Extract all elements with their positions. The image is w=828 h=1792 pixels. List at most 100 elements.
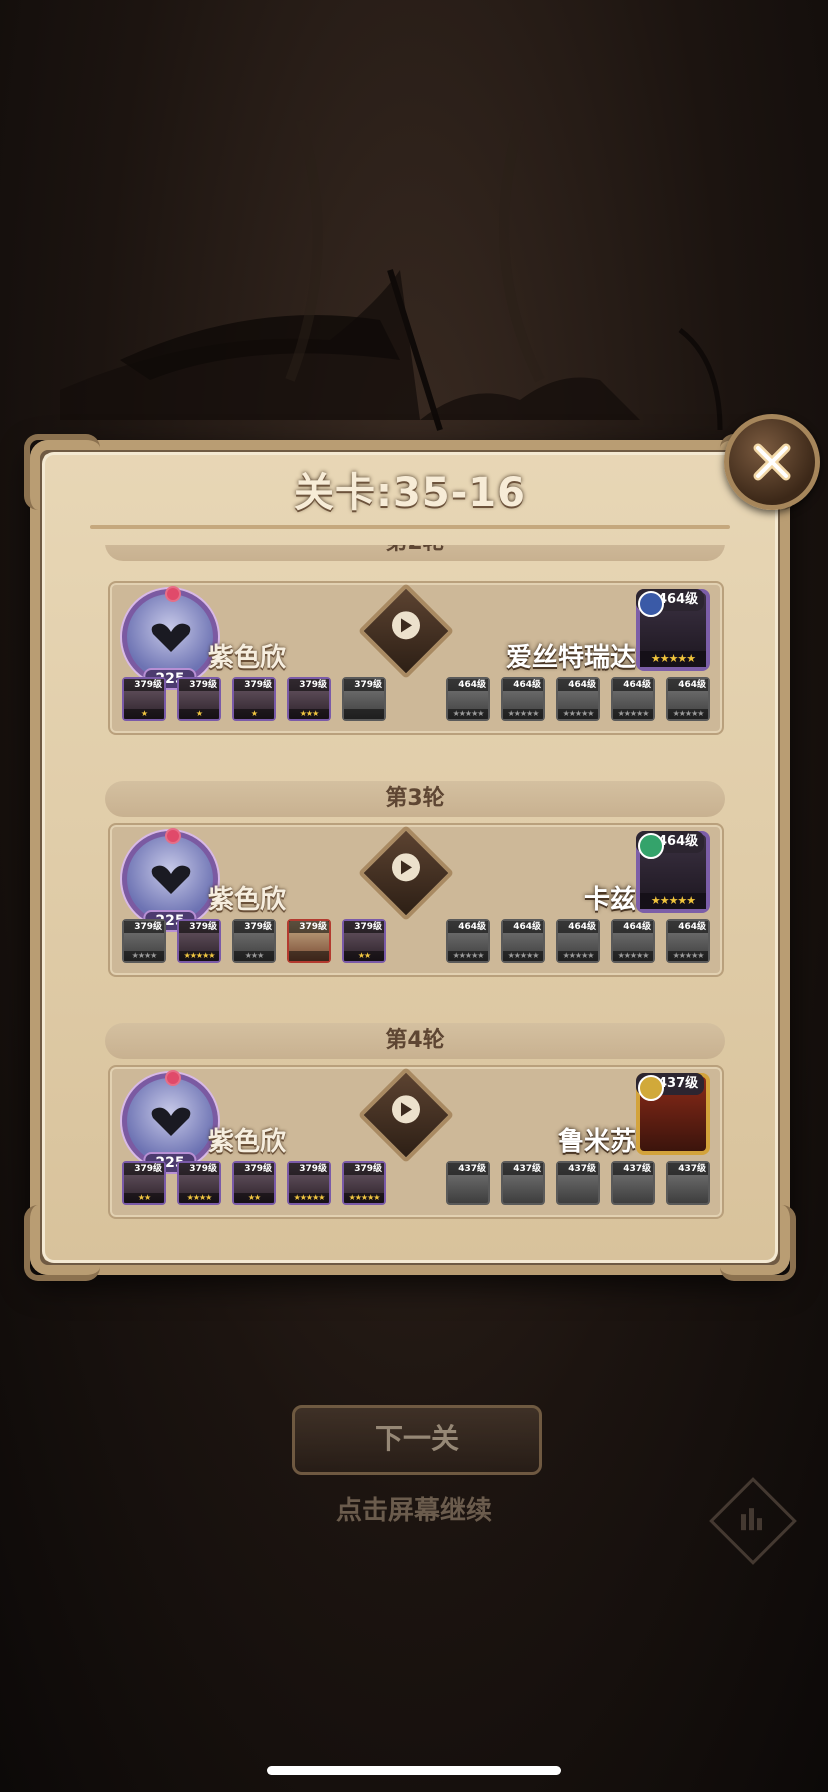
- round-header: 第3轮: [105, 781, 725, 817]
- enemy-name: 卡兹: [583, 885, 636, 915]
- hero-stars: ★★: [234, 1193, 274, 1203]
- hero-level: 464级: [668, 679, 708, 691]
- hero-level: 464级: [613, 921, 653, 933]
- hero-level: 379级: [234, 679, 274, 691]
- avatar-pin-icon: [165, 1070, 181, 1086]
- hero-slot[interactable]: 379级 ★: [177, 677, 221, 721]
- hero-level: 379级: [344, 679, 384, 691]
- hero-slot[interactable]: 379级 ★★★★★: [342, 1161, 386, 1205]
- rounds-list[interactable]: 第2轮 225 紫色欣 爱丝特瑞达 464级 ★★★★★ 379级★ 379级★…: [70, 545, 725, 1250]
- hero-slot[interactable]: 379级: [342, 677, 386, 721]
- avatar-pin-icon: [165, 828, 181, 844]
- bar-chart-icon: [741, 1508, 762, 1531]
- player-name: 紫色欣: [208, 1127, 287, 1157]
- hero-level: 437级: [503, 1163, 543, 1175]
- hero-slot[interactable]: 379级: [287, 919, 331, 963]
- hero-stars: ★★★★: [179, 1193, 219, 1203]
- hero-level: 464级: [668, 921, 708, 933]
- next-stage-button[interactable]: 下一关: [292, 1405, 542, 1475]
- hero-stars: ★★★: [234, 951, 274, 961]
- enemy-hero-slot[interactable]: 437级: [501, 1161, 545, 1205]
- hero-level: 379级: [124, 921, 164, 933]
- hero-slot[interactable]: 379级 ★★: [232, 1161, 276, 1205]
- player-team: 379级 ★★ 379级 ★★★★ 379级 ★★ 379级 ★★★★★ 379级 ★★★…: [122, 1161, 386, 1205]
- hero-level: 464级: [503, 921, 543, 933]
- enemy-team: 464级 ★★★★★ 464级 ★★★★★ 464级 ★★★★★ 464级 ★★★★★ …: [446, 919, 710, 963]
- hero-level: 464级: [448, 921, 488, 933]
- hero-stars: ★★★★★: [668, 951, 708, 961]
- hero-level: 464级: [558, 921, 598, 933]
- replay-button[interactable]: [357, 582, 455, 680]
- player-avatar[interactable]: 225: [122, 586, 218, 690]
- hero-level: 464级: [503, 679, 543, 691]
- enemy-stars: ★★★★★: [640, 651, 706, 667]
- close-button[interactable]: [724, 414, 820, 510]
- enemy-stars: ★★★★★: [640, 893, 706, 909]
- hero-level: 379级: [124, 1163, 164, 1175]
- home-indicator[interactable]: [267, 1766, 561, 1775]
- player-team: 379级 ★ 379级 ★ 379级 ★ 379级 ★★★ 379级: [122, 677, 386, 721]
- enemy-hero-slot[interactable]: 464级 ★★★★★: [556, 677, 600, 721]
- enemy-leader-portrait[interactable]: 464级 ★★★★★: [636, 831, 710, 913]
- heart-hands-icon: [151, 865, 191, 894]
- hero-slot[interactable]: 379级 ★: [232, 677, 276, 721]
- hero-slot[interactable]: 379级 ★★★★★: [287, 1161, 331, 1205]
- tap-to-continue-hint[interactable]: 点击屏幕继续: [0, 1490, 828, 1527]
- hero-stars: ★★★★★: [558, 951, 598, 961]
- enemy-hero-slot[interactable]: 464级 ★★★★★: [446, 677, 490, 721]
- hero-stars: ★★★★★: [503, 951, 543, 961]
- hero-slot[interactable]: 379级 ★★★: [287, 677, 331, 721]
- player-avatar[interactable]: 225: [122, 828, 218, 932]
- enemy-team: 437级 437级 437级 437级 437级: [446, 1161, 710, 1205]
- hero-stars: ★★★★: [124, 951, 164, 961]
- hero-stars: ★★★★★: [668, 709, 708, 719]
- enemy-hero-slot[interactable]: 464级 ★★★★★: [666, 919, 710, 963]
- enemy-hero-slot[interactable]: 437级: [446, 1161, 490, 1205]
- hero-level: 379级: [289, 679, 329, 691]
- round-header: 第2轮: [105, 545, 725, 561]
- round-card[interactable]: 225 紫色欣 爱丝特瑞达 464级 ★★★★★ 379级 ★ 379级 ★ 379…: [108, 581, 724, 735]
- hero-level: 379级: [289, 921, 329, 933]
- hero-level: 379级: [234, 1163, 274, 1175]
- play-icon: [401, 860, 412, 875]
- enemy-hero-slot[interactable]: 464级 ★★★★★: [556, 919, 600, 963]
- hero-slot[interactable]: 379级 ★★: [342, 919, 386, 963]
- hero-slot[interactable]: 379级 ★★★★: [122, 919, 166, 963]
- player-avatar[interactable]: 225: [122, 1070, 218, 1174]
- hero-stars: ★★★: [289, 709, 329, 719]
- hero-slot[interactable]: 379级 ★★★: [232, 919, 276, 963]
- hero-level: 464级: [613, 679, 653, 691]
- hero-slot[interactable]: 379级 ★★★★: [177, 1161, 221, 1205]
- hero-stars: ★★★★★: [448, 951, 488, 961]
- close-x-icon: [753, 443, 791, 481]
- enemy-leader-portrait[interactable]: 437级: [636, 1073, 710, 1155]
- enemy-hero-slot[interactable]: 464级 ★★★★★: [446, 919, 490, 963]
- hero-level: 379级: [179, 921, 219, 933]
- hero-stars: ★★★★★: [613, 951, 653, 961]
- enemy-leader-portrait[interactable]: 464级 ★★★★★: [636, 589, 710, 671]
- hero-level: 379级: [344, 921, 384, 933]
- hero-stars: ★★★★★: [344, 1193, 384, 1203]
- enemy-hero-slot[interactable]: 464级 ★★★★★: [611, 677, 655, 721]
- replay-button[interactable]: [357, 824, 455, 922]
- hero-slot[interactable]: 379级 ★★★★★: [177, 919, 221, 963]
- replay-button[interactable]: [357, 1066, 455, 1164]
- hero-level: 379级: [179, 679, 219, 691]
- enemy-hero-slot[interactable]: 464级 ★★★★★: [501, 919, 545, 963]
- enemy-hero-slot[interactable]: 437级: [556, 1161, 600, 1205]
- hero-slot[interactable]: 379级 ★: [122, 677, 166, 721]
- hero-slot[interactable]: 379级 ★★: [122, 1161, 166, 1205]
- hero-level: 437级: [448, 1163, 488, 1175]
- enemy-hero-slot[interactable]: 464级 ★★★★★: [666, 677, 710, 721]
- hero-level: 464级: [448, 679, 488, 691]
- round-card[interactable]: 225 紫色欣 卡兹 464级 ★★★★★ 379级 ★★★★ 379级 ★★★★★…: [108, 823, 724, 977]
- enemy-hero-slot[interactable]: 464级 ★★★★★: [501, 677, 545, 721]
- round-card[interactable]: 225 紫色欣 鲁米苏 437级 379级 ★★ 379级 ★★★★ 379级 ★★ …: [108, 1065, 724, 1219]
- enemy-hero-slot[interactable]: 464级 ★★★★★: [611, 919, 655, 963]
- enemy-hero-slot[interactable]: 437级: [611, 1161, 655, 1205]
- hero-level: 437级: [668, 1163, 708, 1175]
- hero-stars: [344, 709, 384, 719]
- enemy-hero-slot[interactable]: 437级: [666, 1161, 710, 1205]
- dialog-title: 关卡:35-16: [294, 470, 526, 516]
- heart-hands-icon: [151, 623, 191, 652]
